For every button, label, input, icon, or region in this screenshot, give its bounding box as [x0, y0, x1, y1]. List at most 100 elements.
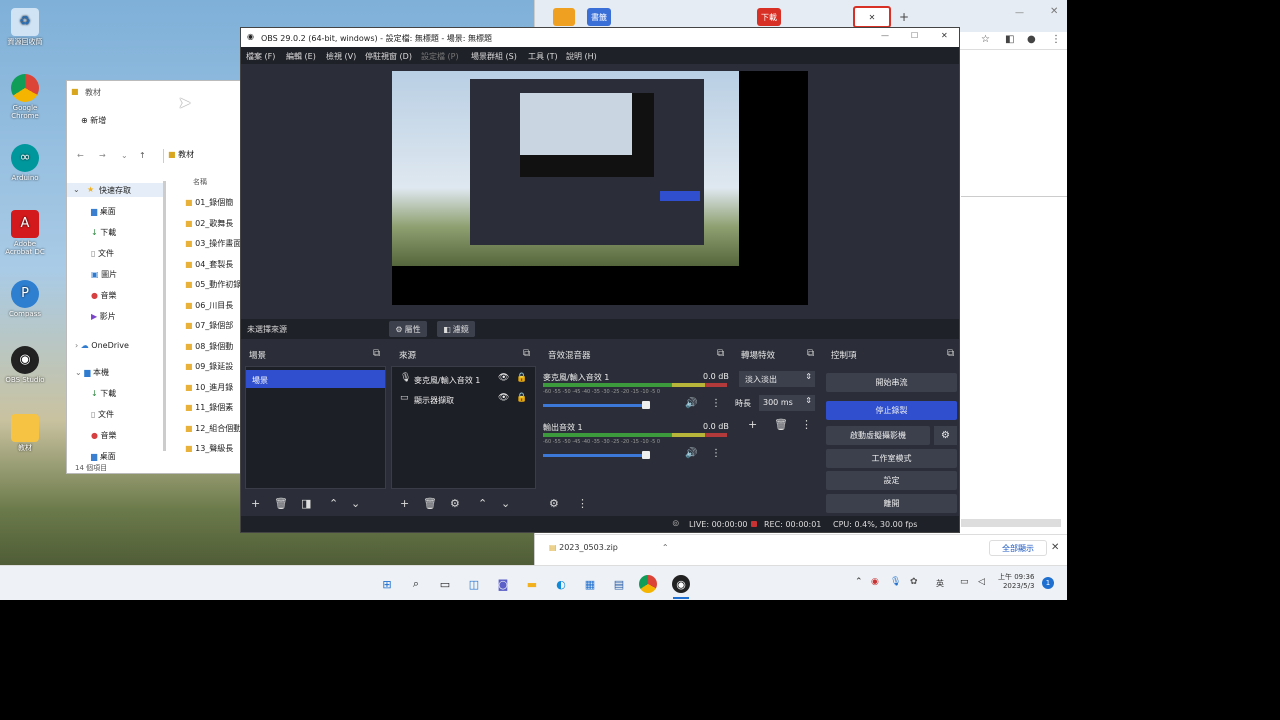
close-icon[interactable]: ✕ — [869, 13, 876, 22]
dropdown-icon[interactable]: ⌄ — [121, 151, 128, 160]
duration-input[interactable]: 300 ms ⇕ — [759, 395, 815, 411]
list-item[interactable]: ■ 03_操作畫面 — [185, 238, 241, 249]
virtual-camera-button[interactable]: 啟動虛擬攝影機 — [826, 426, 930, 445]
move-up-icon[interactable]: ⌃ — [329, 497, 338, 510]
transition-select[interactable]: 淡入淡出 ⇕ — [739, 371, 815, 387]
back-nav-icon[interactable]: ← — [77, 151, 84, 160]
scene-filter-icon[interactable]: ◨ — [301, 497, 311, 510]
microphone-icon[interactable]: 🎙 — [890, 577, 901, 587]
menu-item-0[interactable]: 檔案 (F) — [246, 51, 275, 62]
list-item[interactable]: ■ 05_動作初錄 — [185, 279, 241, 290]
list-item[interactable]: ■ 11_錄個素 — [185, 402, 233, 413]
volume-slider-knob[interactable] — [642, 451, 650, 459]
volume-slider-knob[interactable] — [642, 401, 650, 409]
nav-item-pictures[interactable]: ▣ 圖片 — [91, 269, 117, 280]
desktop-icon-arduino[interactable]: ∞ Arduino — [2, 144, 48, 182]
add-transition-icon[interactable]: + — [748, 418, 757, 431]
menu-item-5[interactable]: 場景群組 (S) — [471, 51, 517, 62]
nav-pc-downloads[interactable]: ↓ 下載 — [91, 388, 116, 399]
network-icon[interactable]: ▭ — [960, 577, 969, 587]
studio-mode-button[interactable]: 工作室模式 — [826, 449, 957, 468]
profile-icon[interactable]: ● — [1027, 34, 1036, 45]
collapse-icon[interactable]: ⌄ — [73, 185, 80, 194]
gear-icon[interactable]: ⚙ — [450, 497, 460, 510]
new-button[interactable]: ⊕ 新增 — [81, 115, 106, 126]
list-item[interactable]: ■ 10_進月錄 — [185, 382, 233, 393]
nav-item-downloads[interactable]: ↓ 下載 — [91, 227, 116, 238]
clock[interactable]: 上午 09:36 2023/5/3 — [998, 572, 1034, 590]
list-item[interactable]: ■ 06_川目長 — [185, 300, 233, 311]
menu-icon[interactable]: ⋮ — [1051, 34, 1061, 45]
visibility-eye-icon[interactable]: 👁 — [498, 373, 509, 383]
move-up-icon[interactable]: ⌃ — [478, 497, 487, 510]
widgets-icon[interactable]: ◫ — [465, 575, 483, 593]
list-item[interactable]: ■ 12_組合個動 — [185, 423, 241, 434]
desktop-icon-recycle-bin[interactable]: ♻ 資源回收筒 — [2, 8, 48, 46]
more-options-icon[interactable]: ⋮ — [711, 398, 721, 409]
volume-icon[interactable]: ◁ — [978, 577, 985, 587]
nav-pc-documents[interactable]: ▯ 文件 — [91, 409, 114, 420]
undock-icon[interactable]: ⧉ — [717, 348, 724, 359]
menu-item-2[interactable]: 檢視 (V) — [326, 51, 356, 62]
trash-icon[interactable]: 🗑 — [423, 497, 437, 510]
edge-icon[interactable]: ◐ — [552, 575, 570, 593]
chat-icon[interactable]: ◙ — [494, 575, 512, 593]
sidebar-icon[interactable]: ◧ — [1005, 34, 1014, 45]
add-scene-icon[interactable]: + — [251, 497, 260, 510]
desktop-icon-compass[interactable]: P Compass — [2, 280, 48, 318]
nav-item-desktop[interactable]: ▆ 桌面 — [91, 206, 116, 217]
desktop-icon-acrobat[interactable]: A Adobe Acrobat DC — [2, 210, 48, 256]
network-app-icon[interactable]: ▤ — [610, 575, 628, 593]
store-icon[interactable]: ▦ — [581, 575, 599, 593]
tab-favicon[interactable] — [553, 8, 575, 26]
nav-pc-desktop[interactable]: ▆ 桌面 — [91, 451, 116, 462]
forward-nav-icon[interactable]: → — [99, 151, 106, 160]
start-streaming-button[interactable]: 開始串流 — [826, 373, 957, 392]
preview-canvas[interactable] — [392, 71, 808, 305]
gear-icon[interactable]: ⚙ — [934, 426, 957, 445]
desktop-icon-obs[interactable]: ◉ OBS Studio — [2, 346, 48, 384]
show-all-button[interactable]: 全部顯示 — [989, 540, 1047, 556]
chevron-up-icon[interactable]: ⌃ — [855, 577, 863, 587]
move-down-icon[interactable]: ⌄ — [351, 497, 360, 510]
notification-badge[interactable]: 1 — [1042, 577, 1054, 589]
list-item[interactable]: ■ 09_錄延設 — [185, 361, 233, 372]
app-tray-icon[interactable]: ✿ — [910, 577, 918, 587]
ime-indicator[interactable]: 英 — [936, 578, 944, 589]
list-item[interactable]: ■ 02_歌舞長 — [185, 218, 233, 229]
tray-app-icon[interactable]: ◉ — [871, 577, 879, 587]
source-item-display[interactable]: 顯示器擷取 — [414, 395, 454, 406]
visibility-eye-icon[interactable]: 👁 — [498, 393, 509, 403]
new-tab-button[interactable]: + — [899, 10, 909, 24]
add-source-icon[interactable]: + — [400, 497, 409, 510]
volume-slider[interactable] — [543, 454, 642, 457]
list-item[interactable]: ■ 01_錄個簡 — [185, 197, 233, 208]
close-icon[interactable]: ✕ — [941, 31, 948, 40]
more-options-icon[interactable]: ⋮ — [577, 497, 588, 510]
stop-recording-button[interactable]: 停止錄製 — [826, 401, 957, 420]
undock-icon[interactable]: ⧉ — [947, 348, 954, 359]
up-nav-icon[interactable]: ↑ — [139, 151, 146, 160]
advanced-audio-icon[interactable]: ⚙ — [549, 497, 559, 510]
download-item[interactable]: ▤ 2023_0503.zip ⌃ — [549, 543, 669, 552]
menu-item-3[interactable]: 停駐視窗 (D) — [365, 51, 412, 62]
list-item[interactable]: ■ 04_套製長 — [185, 259, 233, 270]
properties-button[interactable]: ⚙ 屬性 — [389, 321, 427, 337]
nav-scrollbar[interactable] — [163, 181, 166, 451]
obs-icon[interactable]: ◉ — [672, 575, 690, 593]
nav-item-music[interactable]: ● 音樂 — [91, 290, 117, 301]
speaker-icon[interactable]: 🔊 — [685, 448, 697, 459]
undock-icon[interactable]: ⧉ — [807, 348, 814, 359]
desktop-icon-chrome[interactable]: Google Chrome — [2, 74, 48, 120]
start-icon[interactable]: ⊞ — [378, 575, 396, 593]
more-options-icon[interactable]: ⋮ — [801, 418, 812, 431]
lock-icon[interactable]: 🔒 — [516, 393, 527, 403]
tab-download[interactable]: 下載 — [757, 8, 781, 26]
undock-icon[interactable]: ⧉ — [373, 348, 380, 359]
move-down-icon[interactable]: ⌄ — [501, 497, 510, 510]
menu-item-6[interactable]: 工具 (T) — [528, 51, 558, 62]
file-explorer-icon[interactable]: ▬ — [523, 575, 541, 593]
search-icon[interactable]: ⌕ — [407, 575, 425, 593]
volume-slider[interactable] — [543, 404, 642, 407]
undock-icon[interactable]: ⧉ — [523, 348, 530, 359]
